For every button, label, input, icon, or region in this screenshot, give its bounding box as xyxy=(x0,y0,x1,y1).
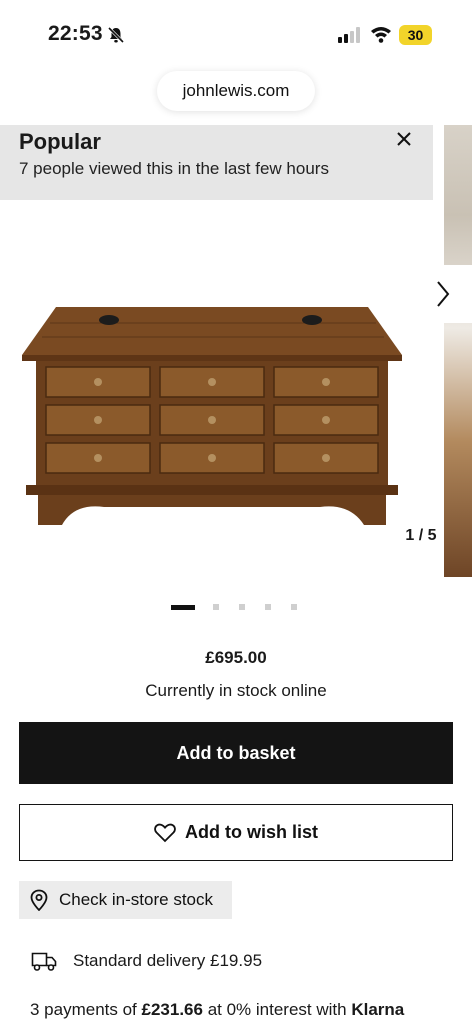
close-icon[interactable] xyxy=(395,130,413,148)
popular-text: 7 people viewed this in the last few hou… xyxy=(19,159,329,178)
gallery-slide: Popular 7 people viewed this in the last… xyxy=(0,125,452,577)
delivery-info: Standard delivery £19.95 xyxy=(31,950,262,972)
status-bar: 22:53 30 xyxy=(0,0,472,64)
add-to-basket-button[interactable]: Add to basket xyxy=(19,722,453,784)
pagination-dot[interactable] xyxy=(239,604,245,610)
gallery-pagination[interactable] xyxy=(171,603,317,611)
status-time: 22:53 xyxy=(48,22,103,45)
chevron-right-icon xyxy=(437,281,450,307)
check-instore-stock-button[interactable]: Check in-store stock xyxy=(19,881,232,919)
gallery-next-slide-peek[interactable] xyxy=(444,125,472,577)
klarna-amount: £231.66 xyxy=(141,1000,203,1019)
pagination-dot[interactable] xyxy=(265,604,271,610)
klarna-prefix: 3 payments of xyxy=(30,1000,142,1019)
delivery-text: Standard delivery £19.95 xyxy=(73,951,263,970)
wish-list-label: Add to wish list xyxy=(185,822,318,842)
check-instore-label: Check in-store stock xyxy=(59,890,213,909)
url-bar[interactable]: johnlewis.com xyxy=(157,71,315,111)
klarna-middle: at 0% interest with xyxy=(202,1000,352,1019)
popular-banner: Popular 7 people viewed this in the last… xyxy=(0,125,433,200)
klarna-brand[interactable]: Klarna xyxy=(351,1000,404,1019)
add-to-wish-list-button[interactable]: Add to wish list xyxy=(19,804,453,861)
pagination-dot[interactable] xyxy=(213,604,219,610)
wifi-icon xyxy=(371,27,391,43)
product-gallery[interactable]: Popular 7 people viewed this in the last… xyxy=(0,125,472,577)
signal-icon xyxy=(338,27,360,43)
heart-icon xyxy=(154,823,176,842)
bell-slash-icon xyxy=(107,26,125,44)
gallery-next-button[interactable] xyxy=(416,265,472,323)
stock-status: Currently in stock online xyxy=(145,681,327,700)
truck-icon xyxy=(31,952,57,971)
klarna-payment-info: 3 payments of £231.66 at 0% interest wit… xyxy=(30,1000,404,1020)
product-image xyxy=(22,307,402,525)
battery-indicator: 30 xyxy=(399,25,432,45)
location-pin-icon xyxy=(30,889,48,911)
gallery-counter: 1 / 5 xyxy=(390,513,452,559)
popular-title: Popular xyxy=(19,129,101,154)
product-price: £695.00 xyxy=(205,648,267,667)
pagination-dot[interactable] xyxy=(291,604,297,610)
pagination-dot[interactable] xyxy=(171,604,195,610)
